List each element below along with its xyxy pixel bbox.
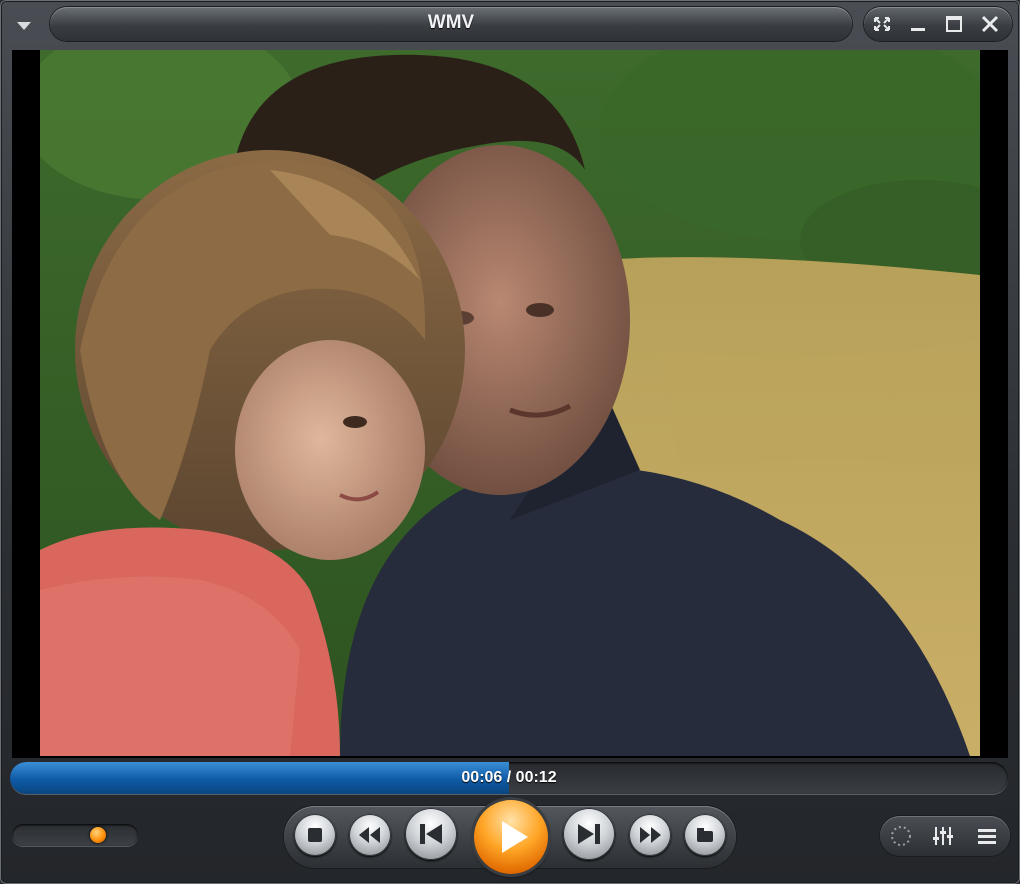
time-display: 00:06 / 00:12 <box>461 769 557 786</box>
playlist-button[interactable] <box>970 820 1004 852</box>
previous-button[interactable] <box>405 808 457 860</box>
rewind-icon <box>359 827 380 843</box>
playlist-icon <box>978 829 996 844</box>
fullscreen-icon <box>874 17 890 31</box>
play-button[interactable] <box>474 800 548 874</box>
equalizer-icon <box>933 827 953 845</box>
visualization-button[interactable] <box>884 820 918 852</box>
maximize-icon <box>946 16 962 32</box>
window-controls <box>864 7 1012 41</box>
rewind-button[interactable] <box>349 814 391 856</box>
close-button[interactable] <box>974 9 1006 39</box>
volume-slider-knob[interactable] <box>89 827 106 843</box>
stop-button[interactable] <box>294 814 336 856</box>
eject-open-icon <box>697 828 713 842</box>
seek-bar[interactable]: 00:06 / 00:12 <box>10 762 1008 794</box>
video-still-image <box>40 50 980 756</box>
fast-forward-button[interactable] <box>629 814 671 856</box>
minimize-button[interactable] <box>902 9 934 39</box>
fast-forward-icon <box>640 827 661 843</box>
next-button[interactable] <box>563 808 615 860</box>
minimize-icon <box>911 28 925 31</box>
window-title: WMV <box>427 12 475 33</box>
skip-previous-icon <box>420 824 442 844</box>
skip-next-icon <box>578 824 600 844</box>
video-area[interactable] <box>12 50 1008 758</box>
stop-icon <box>308 828 322 842</box>
video-frame <box>40 50 980 756</box>
media-player-window: WMV 00:06 / 00:12 <box>0 0 1020 884</box>
title-pill[interactable]: WMV <box>50 7 852 41</box>
play-icon <box>502 821 528 853</box>
open-file-button[interactable] <box>684 814 726 856</box>
close-icon <box>981 15 999 33</box>
main-menu-button[interactable] <box>6 8 42 42</box>
title-bar: WMV <box>0 0 1020 48</box>
extras-controls <box>880 816 1010 856</box>
dotted-circle-icon <box>891 826 911 846</box>
fullscreen-button[interactable] <box>866 9 898 39</box>
equalizer-button[interactable] <box>926 820 960 852</box>
maximize-button[interactable] <box>938 9 970 39</box>
volume-slider[interactable] <box>12 824 138 846</box>
